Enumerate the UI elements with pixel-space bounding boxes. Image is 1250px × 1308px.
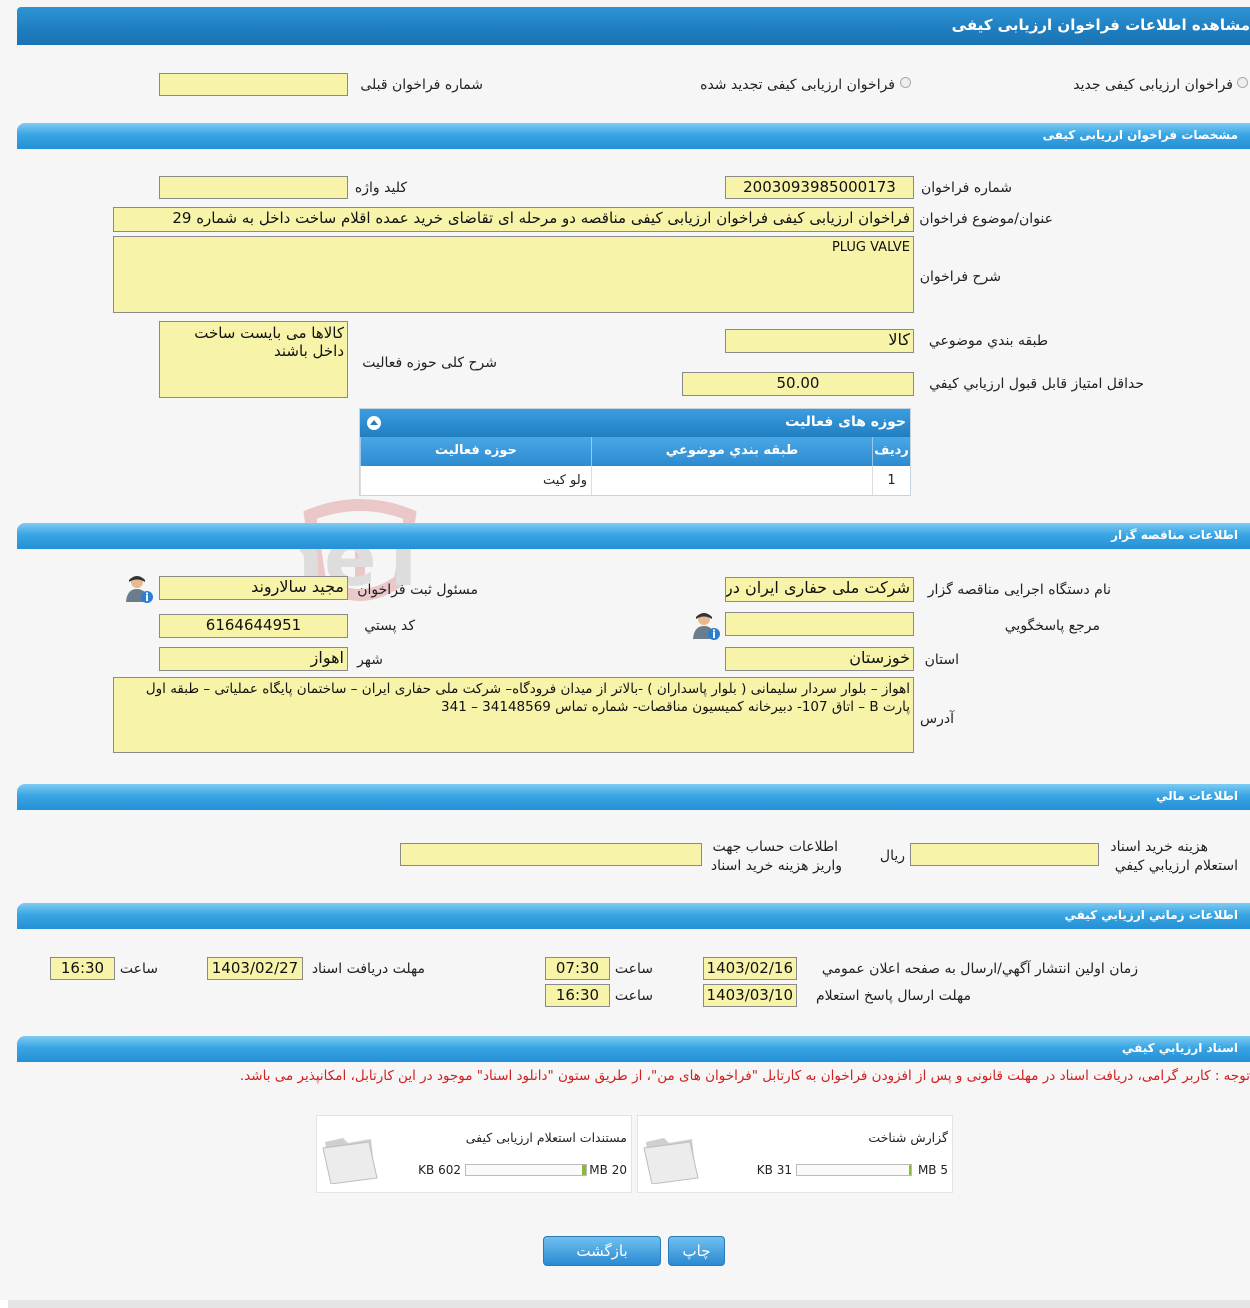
user-info-icon[interactable] (125, 574, 153, 604)
address-label: آدرس (920, 711, 954, 727)
subject-label: عنوان/موضوع فراخوان (919, 211, 1053, 227)
registrar-label: مسئول ثبت فراخوان (357, 582, 478, 598)
publish-time-label: زمان اولين انتشار آگهي/ارسال به صفحه اعل… (821, 961, 1138, 977)
print-button[interactable]: چاپ (668, 1236, 725, 1266)
reply-deadline-label: مهلت ارسال پاسخ استعلام (815, 988, 971, 1004)
doc-fee-label-2: استعلام ارزيابي کيفي (1114, 858, 1238, 874)
receive-deadline-label: مهلت دريافت اسناد (311, 961, 425, 977)
collapse-icon[interactable] (367, 416, 381, 430)
category-label: طبقه بندي موضوعي (928, 333, 1048, 349)
section-title: اطلاعات مناقصه گزار (1111, 528, 1238, 542)
address-field[interactable]: اهواز – بلوار سردار سلیمانی ( بلوار پاسد… (113, 677, 914, 753)
document-name[interactable]: مستندات استعلام ارزیابی کیفی (466, 1130, 627, 1145)
province-field[interactable]: خوزستان (725, 647, 914, 671)
section-title: اطلاعات مالي (1155, 789, 1238, 803)
account-info-label: اطلاعات حساب جهت (712, 839, 838, 855)
activity-grid: حوزه های فعالیت رديف طبقه بندي موضوعي حو… (359, 408, 911, 496)
folder-icon (643, 1138, 699, 1184)
doc-fee-label: هزينه خريد اسناد (1110, 839, 1208, 855)
activity-grid-header: حوزه های فعالیت (360, 409, 910, 437)
receive-deadline-date-field[interactable]: 1403/02/27 (207, 957, 303, 980)
section-title: اطلاعات زماني ارزيابي کيفي (1064, 908, 1238, 922)
renewed-call-label: فراخوان ارزيابی کيفی تجديد شده (700, 77, 895, 93)
reply-deadline-date-field[interactable]: 1403/03/10 (703, 984, 797, 1007)
province-label: استان (924, 652, 959, 668)
document-max-size: 5 MB (917, 1163, 948, 1177)
section-title: اسناد ارزيابي کيفي (1121, 1041, 1238, 1055)
activity-desc-field[interactable]: کالاها می بایست ساخت داخل باشند (159, 321, 348, 398)
publish-hour-label: ساعت (614, 961, 653, 977)
activity-desc-label: شرح کلی حوزه فعالیت (362, 355, 497, 371)
document-size-bar (465, 1164, 587, 1176)
account-info-field[interactable] (400, 843, 702, 866)
column-header-activity[interactable]: حوزه فعالیت (360, 437, 591, 466)
city-label: شهر (357, 652, 383, 668)
documents-note: توجه : کاربر گرامی، دریافت اسناد در مهلت… (239, 1068, 1250, 1084)
section-title: مشخصات فراخوان ارزیابی کیفی (1042, 128, 1238, 142)
back-button[interactable]: بازگشت (543, 1236, 661, 1266)
reply-hour-label: ساعت (614, 988, 653, 1004)
doc-fee-field[interactable] (910, 843, 1099, 866)
reference-label: مرجع پاسخگويي (1004, 618, 1100, 634)
document-card[interactable]: مستندات استعلام ارزیابی کیفی 20 MB 602 K… (316, 1115, 632, 1193)
document-size: 31 KB (756, 1163, 792, 1177)
account-info-label-2: واريز هزينه خريد اسناد (710, 858, 842, 874)
min-score-label: حداقل امتياز قابل قبول ارزيابي کيفي (929, 376, 1144, 392)
publish-date-field[interactable]: 1403/02/16 (703, 957, 797, 980)
section-header-specs: مشخصات فراخوان ارزیابی کیفی (17, 123, 1250, 149)
call-number-label: شماره فراخوان (921, 180, 1012, 196)
folder-icon (322, 1138, 378, 1184)
document-size-fill (582, 1165, 586, 1175)
new-call-radio[interactable] (1237, 77, 1248, 88)
previous-number-field[interactable] (159, 73, 348, 96)
receive-hour-label: ساعت (119, 961, 158, 977)
document-name[interactable]: گزارش شناخت (868, 1130, 948, 1145)
document-size: 602 KB (418, 1163, 461, 1177)
footer-bar (8, 1300, 1250, 1308)
page-title: مشاهده اطلاعات فراخوان ارزیابی کیفی (951, 16, 1250, 34)
section-header-documents: اسناد ارزيابي کيفي (17, 1036, 1250, 1062)
page-title-bar: مشاهده اطلاعات فراخوان ارزیابی کیفی (17, 7, 1250, 45)
keyword-field[interactable] (159, 176, 348, 199)
table-cell-category (591, 466, 872, 495)
new-call-label: فراخوان ارزيابی کيفی جديد (1073, 77, 1233, 93)
user-info-icon[interactable] (692, 611, 720, 641)
call-number-field[interactable]: 2003093985000173 (725, 176, 914, 199)
section-header-tenderer: اطلاعات مناقصه گزار (17, 523, 1250, 549)
description-field[interactable]: PLUG VALVE (113, 236, 914, 313)
column-header-row[interactable]: رديف (872, 437, 910, 466)
section-header-financial: اطلاعات مالي (17, 784, 1250, 810)
currency-label: ريال (879, 848, 905, 864)
document-max-size: 20 MB (589, 1163, 627, 1177)
document-size-fill (908, 1165, 911, 1175)
subject-field[interactable]: فراخوان ارزیابی کیفی فراخوان ارزیابی کیف… (113, 207, 914, 232)
reply-hour-field[interactable]: 16:30 (545, 984, 610, 1007)
registrar-field[interactable]: مجید سالاروند (159, 576, 348, 600)
postal-code-label: کد پستي (364, 618, 415, 634)
city-field[interactable]: اهواز (159, 647, 348, 671)
table-cell-activity: ولو کیت (360, 466, 591, 495)
renewed-call-radio[interactable] (900, 77, 911, 88)
description-label: شرح فراخوان (919, 269, 1001, 285)
previous-number-label: شماره فراخوان قبلی (360, 77, 483, 93)
keyword-label: کليد واژه (354, 180, 407, 196)
reference-field[interactable] (725, 612, 914, 636)
column-header-category[interactable]: طبقه بندي موضوعي (591, 437, 872, 466)
document-size-bar (796, 1164, 912, 1176)
postal-code-field[interactable]: 6164644951 (159, 614, 348, 638)
activity-grid-title: حوزه های فعالیت (785, 414, 906, 430)
section-header-timing: اطلاعات زماني ارزيابي کيفي (17, 903, 1250, 929)
org-field[interactable]: شرکت ملی حفاری ایران در (725, 577, 914, 602)
document-card[interactable]: گزارش شناخت 5 MB 31 KB (637, 1115, 953, 1193)
category-field[interactable]: کالا (725, 329, 914, 353)
table-cell-row: 1 (872, 466, 910, 495)
min-score-field[interactable]: 50.00 (682, 372, 914, 396)
receive-hour-field[interactable]: 16:30 (50, 957, 115, 980)
publish-hour-field[interactable]: 07:30 (545, 957, 610, 980)
org-label: نام دستگاه اجرایی مناقصه گزار (927, 582, 1111, 598)
